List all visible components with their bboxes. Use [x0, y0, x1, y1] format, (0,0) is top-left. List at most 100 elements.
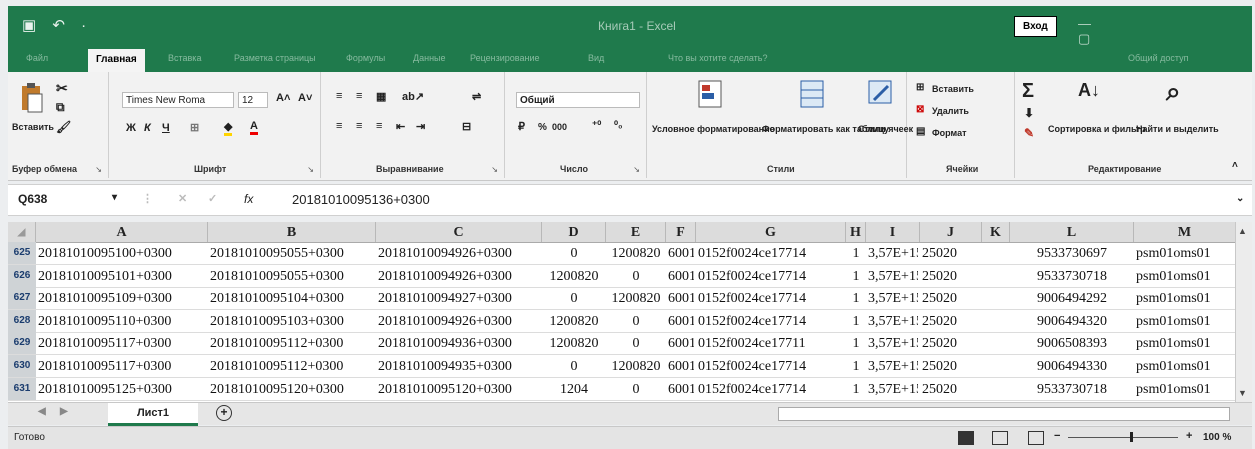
cell-d[interactable]: 1200820 — [544, 310, 604, 332]
enter-icon[interactable]: ✓ — [208, 192, 217, 205]
row-header[interactable]: 631 — [8, 377, 36, 400]
normal-view-icon[interactable] — [958, 431, 974, 445]
delete-cells-icon[interactable]: ⊠ — [916, 104, 924, 115]
tab-page-layout[interactable]: Разметка страницы — [234, 53, 316, 63]
row-header[interactable]: 626 — [8, 264, 36, 287]
cell-h[interactable]: 1 — [848, 355, 864, 377]
tab-insert[interactable]: Вставка — [168, 53, 201, 63]
cell-h[interactable]: 1 — [848, 378, 864, 400]
format-cells-icon[interactable]: ▤ — [916, 126, 925, 137]
zoom-slider[interactable] — [1068, 437, 1178, 438]
cell-l[interactable]: 9006494330 — [1012, 355, 1132, 377]
format-painter-icon[interactable]: 🖌 — [56, 120, 71, 134]
row-header[interactable]: 629 — [8, 332, 36, 355]
wrap-text-icon[interactable]: ⇌ — [472, 90, 481, 103]
column-header[interactable]: F — [666, 222, 696, 242]
cell-c[interactable]: 20181010094926+0300 — [378, 310, 540, 332]
cell-c[interactable]: 20181010094926+0300 — [378, 242, 540, 264]
row-header[interactable]: 627 — [8, 287, 36, 310]
cell-j[interactable]: 25020 — [922, 332, 980, 354]
column-header[interactable]: M — [1134, 222, 1236, 242]
cell-h[interactable]: 1 — [848, 265, 864, 287]
column-header[interactable]: H — [846, 222, 866, 242]
font-launcher-icon[interactable]: ↘ — [307, 165, 314, 174]
column-header[interactable]: B — [208, 222, 376, 242]
format-cells-button[interactable]: Формат — [932, 128, 967, 139]
cell-g[interactable]: 0152f0024ce17714 — [698, 310, 844, 332]
cell-l[interactable]: 9006494292 — [1012, 287, 1132, 309]
cell-k[interactable] — [984, 332, 1008, 354]
sheet-tab-active[interactable]: Лист1 — [108, 403, 198, 426]
zoom-level[interactable]: 100 % — [1203, 432, 1231, 443]
cell-g[interactable]: 0152f0024ce17711 — [698, 332, 844, 354]
cell-g[interactable]: 0152f0024ce17714 — [698, 355, 844, 377]
scroll-up-icon[interactable]: ▲ — [1238, 226, 1247, 236]
autosum-icon[interactable]: Σ — [1022, 80, 1034, 103]
cell-e[interactable]: 0 — [608, 378, 664, 400]
cell-m[interactable]: psm01oms01 — [1136, 332, 1234, 354]
cell-m[interactable]: psm01oms01 — [1136, 265, 1234, 287]
column-header[interactable]: E — [606, 222, 666, 242]
cell-f[interactable]: 6001 — [668, 265, 694, 287]
italic-button[interactable]: К — [144, 122, 151, 134]
cell-i[interactable]: 3,57E+15 — [868, 265, 918, 287]
merge-center-icon[interactable]: ⊟ — [462, 120, 471, 133]
cell-b[interactable]: 20181010095104+0300 — [210, 287, 374, 309]
cell-m[interactable]: psm01oms01 — [1136, 355, 1234, 377]
cell-c[interactable]: 20181010095120+0300 — [378, 378, 540, 400]
cell-h[interactable]: 1 — [848, 310, 864, 332]
add-sheet-button[interactable]: + — [216, 405, 232, 421]
cell-j[interactable]: 25020 — [922, 378, 980, 400]
insert-function-button[interactable]: fx — [244, 192, 253, 206]
cell-a[interactable]: 20181010095109+0300 — [38, 287, 206, 309]
cell-i[interactable]: 3,57E+15 — [868, 355, 918, 377]
currency-icon[interactable]: ₽ — [518, 120, 525, 133]
cell-d[interactable]: 0 — [544, 242, 604, 264]
cell-l[interactable]: 9533730697 — [1012, 242, 1132, 264]
cell-j[interactable]: 25020 — [922, 242, 980, 264]
format-as-table-button[interactable]: Форматировать как таблицу — [762, 124, 889, 135]
cell-a[interactable]: 20181010095125+0300 — [38, 378, 206, 400]
cell-h[interactable]: 1 — [848, 332, 864, 354]
cell-m[interactable]: psm01oms01 — [1136, 242, 1234, 264]
decrease-indent-icon[interactable]: ⇤ — [396, 120, 405, 133]
shrink-font-icon[interactable]: A˅ — [298, 92, 312, 104]
cell-g[interactable]: 0152f0024ce17714 — [698, 242, 844, 264]
row-header[interactable]: 625 — [8, 242, 36, 264]
cell-d[interactable]: 0 — [544, 287, 604, 309]
cell-b[interactable]: 20181010095055+0300 — [210, 265, 374, 287]
alignment-launcher-icon[interactable]: ↘ — [491, 165, 498, 174]
column-header[interactable]: G — [696, 222, 846, 242]
delete-cells-button[interactable]: Удалить — [932, 106, 969, 117]
cell-e[interactable]: 1200820 — [608, 355, 664, 377]
cell-h[interactable]: 1 — [848, 242, 864, 264]
insert-cells-icon[interactable]: ⊞ — [916, 82, 924, 93]
conditional-format-button[interactable]: Условное форматирование — [652, 124, 775, 135]
tab-share[interactable]: Общий доступ — [1128, 53, 1188, 63]
spreadsheet-grid[interactable]: ◢ A B C D E F G H I J K L M 625 201810100… — [8, 222, 1252, 402]
align-right-icon[interactable]: ≡ — [376, 120, 382, 132]
cell-g[interactable]: 0152f0024ce17714 — [698, 378, 844, 400]
fill-color-icon[interactable]: ◆ — [224, 120, 233, 136]
cell-g[interactable]: 0152f0024ce17714 — [698, 265, 844, 287]
cell-d[interactable]: 0 — [544, 355, 604, 377]
cell-b[interactable]: 20181010095120+0300 — [210, 378, 374, 400]
copy-icon[interactable]: ⧉ — [56, 100, 65, 115]
paste-button[interactable]: Вставить — [12, 122, 54, 133]
format-as-table-icon[interactable] — [800, 80, 826, 115]
cell-l[interactable]: 9006508393 — [1012, 332, 1132, 354]
cell-j[interactable]: 25020 — [922, 265, 980, 287]
cell-b[interactable]: 20181010095055+0300 — [210, 242, 374, 264]
cell-b[interactable]: 20181010095103+0300 — [210, 310, 374, 332]
insert-cells-button[interactable]: Вставить — [932, 84, 974, 95]
tab-home[interactable]: Главная — [88, 49, 145, 72]
cell-a[interactable]: 20181010095101+0300 — [38, 265, 206, 287]
cell-i[interactable]: 3,57E+15 — [868, 310, 918, 332]
cell-l[interactable]: 9533730718 — [1012, 265, 1132, 287]
zoom-slider-knob[interactable] — [1130, 432, 1133, 442]
formula-input[interactable]: 20181010095136+0300 — [292, 192, 430, 207]
cancel-icon[interactable]: ✕ — [178, 192, 187, 205]
cut-icon[interactable]: ✂ — [56, 80, 68, 97]
cell-m[interactable]: psm01oms01 — [1136, 287, 1234, 309]
cell-m[interactable]: psm01oms01 — [1136, 378, 1234, 400]
